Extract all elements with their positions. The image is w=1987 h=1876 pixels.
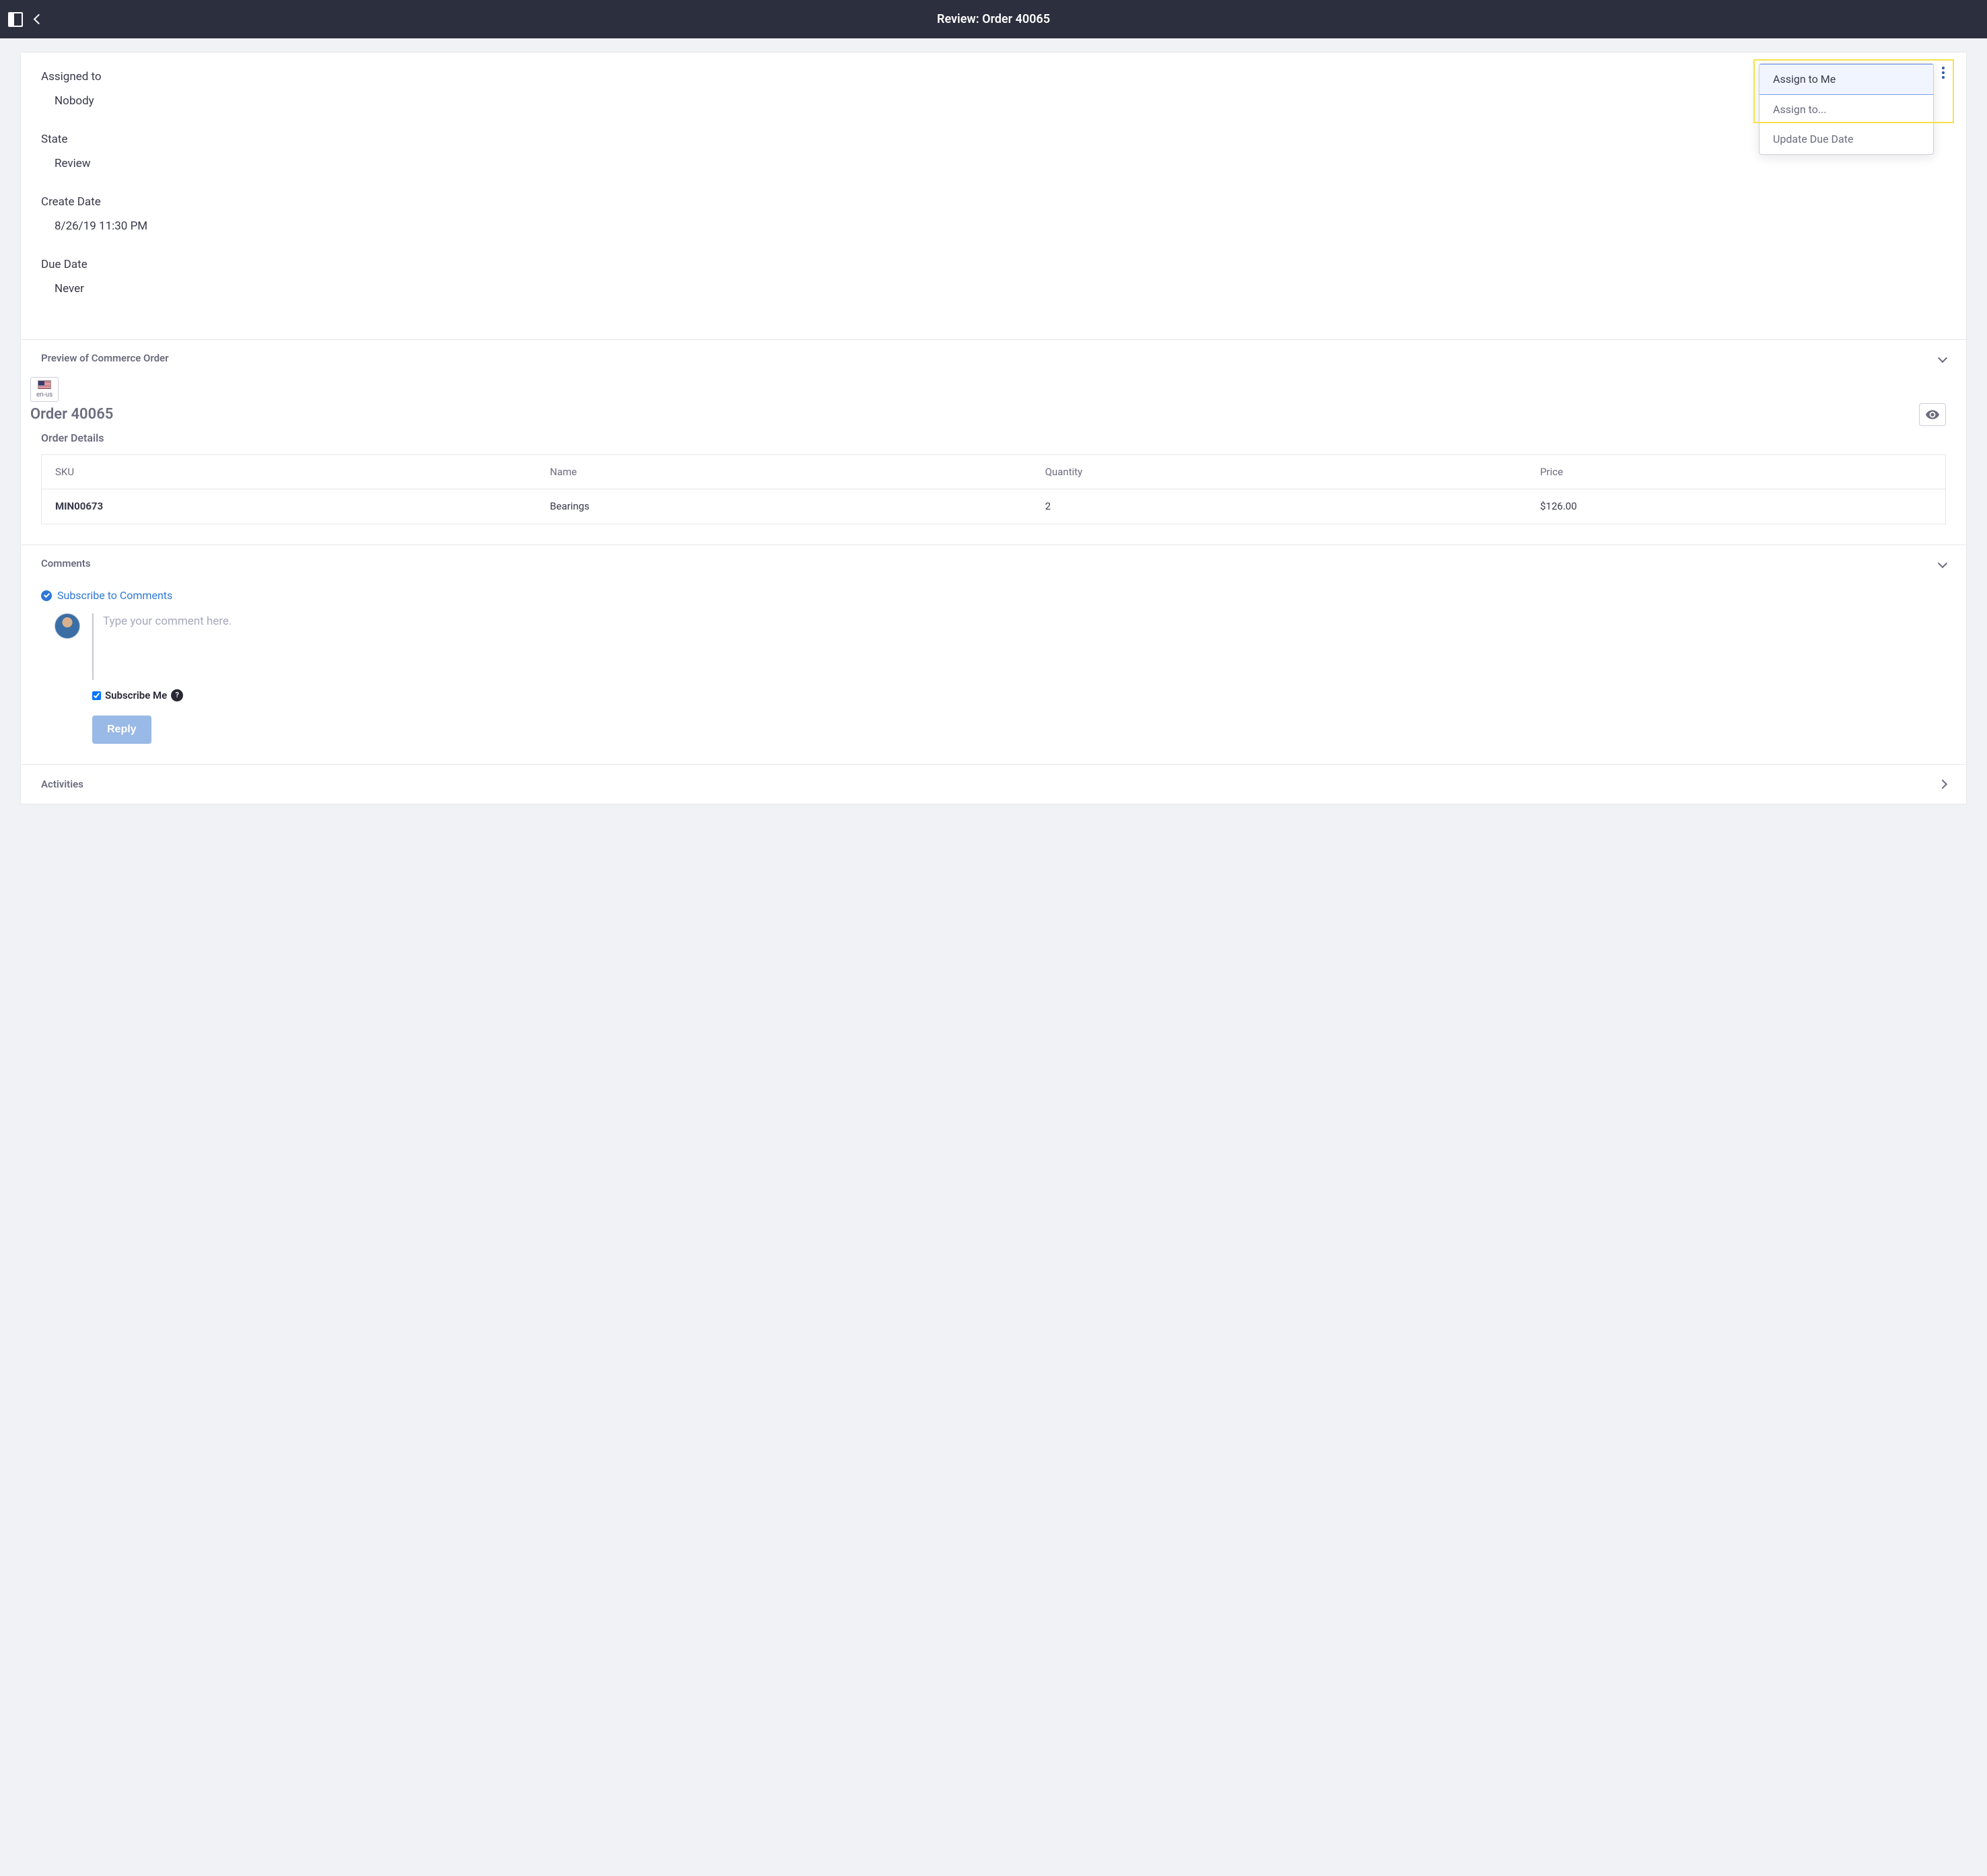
comments-section: Comments Subscribe to Comments Subscribe…	[21, 545, 1966, 764]
comments-section-header[interactable]: Comments	[21, 545, 1966, 582]
menu-item-assign-to[interactable]: Assign to...	[1759, 95, 1933, 125]
preview-toggle-button[interactable]	[1919, 403, 1946, 426]
comment-input[interactable]	[103, 615, 1946, 672]
kebab-icon	[1942, 67, 1945, 69]
preview-body: en-us Order 40065 Order Details SKU Name…	[21, 377, 1966, 545]
actions-menu-popover: Assign to Me Assign to... Update Due Dat…	[1759, 63, 1934, 155]
state-label: State	[41, 131, 1946, 149]
order-heading-row: Order 40065	[41, 403, 1946, 426]
subscribe-link-text: Subscribe to Comments	[57, 588, 172, 604]
chevron-right-icon	[1938, 779, 1947, 789]
activities-section: Activities	[21, 764, 1966, 804]
assigned-to-label: Assigned to	[41, 69, 1946, 86]
subscribe-me-checkbox[interactable]	[92, 691, 101, 700]
preview-section-header[interactable]: Preview of Commerce Order	[21, 340, 1966, 377]
comments-body: Subscribe to Comments Subscribe Me ? Rep…	[21, 582, 1966, 764]
comments-section-title: Comments	[41, 556, 91, 571]
locale-text: en-us	[36, 390, 53, 400]
kebab-icon	[1942, 76, 1945, 79]
subscribe-to-comments-link[interactable]: Subscribe to Comments	[41, 588, 172, 604]
preview-section: Preview of Commerce Order en-us Order 40…	[21, 339, 1966, 545]
chevron-down-icon	[1938, 559, 1947, 568]
menu-item-assign-to-me[interactable]: Assign to Me	[1759, 64, 1933, 95]
preview-section-title: Preview of Commerce Order	[41, 351, 169, 366]
col-price: Price	[1527, 454, 1945, 489]
main-card: Assigned to Nobody State Review Create D…	[20, 52, 1967, 804]
help-icon[interactable]: ?	[171, 689, 183, 701]
panel-icon	[8, 12, 23, 27]
col-qty: Quantity	[1032, 454, 1527, 489]
activities-section-header[interactable]: Activities	[21, 765, 1966, 804]
cell-price: $126.00	[1527, 489, 1945, 524]
kebab-icon	[1942, 71, 1945, 74]
task-details-section: Assigned to Nobody State Review Create D…	[21, 53, 1966, 339]
col-name: Name	[536, 454, 1032, 489]
locale-chip[interactable]: en-us	[30, 377, 59, 402]
eye-icon	[1926, 410, 1939, 419]
order-heading: Order 40065	[30, 403, 113, 425]
actions-menu-button[interactable]	[1937, 63, 1950, 82]
cell-qty: 2	[1032, 489, 1527, 524]
check-circle-icon	[41, 590, 52, 601]
create-date-label: Create Date	[41, 194, 1946, 211]
field-state: State Review	[41, 131, 1946, 172]
subscribe-me-label: Subscribe Me	[105, 688, 167, 703]
field-assigned-to: Assigned to Nobody	[41, 69, 1946, 110]
header-left-controls	[8, 12, 42, 27]
cell-name: Bearings	[536, 489, 1032, 524]
order-subheading: Order Details	[41, 430, 1946, 446]
back-button[interactable]	[32, 15, 42, 23]
state-value: Review	[41, 155, 1946, 173]
col-sku: SKU	[42, 454, 537, 489]
comment-compose-row	[55, 613, 1946, 680]
field-create-date: Create Date 8/26/19 11:30 PM	[41, 194, 1946, 235]
subscribe-me-row: Subscribe Me ?	[92, 688, 1946, 703]
due-date-label: Due Date	[41, 256, 1946, 274]
activities-section-title: Activities	[41, 777, 83, 792]
field-due-date: Due Date Never	[41, 256, 1946, 298]
us-flag-icon	[38, 380, 51, 389]
assigned-to-value: Nobody	[41, 93, 1946, 110]
comment-input-wrap	[92, 613, 1946, 680]
page-title: Review: Order 40065	[937, 10, 1050, 28]
app-header: Review: Order 40065	[0, 0, 1987, 38]
create-date-value: 8/26/19 11:30 PM	[41, 218, 1946, 236]
actions-menu-anchor	[1937, 63, 1950, 82]
menu-item-update-due-date[interactable]: Update Due Date	[1759, 125, 1933, 154]
chevron-down-icon	[1938, 353, 1947, 363]
table-header-row: SKU Name Quantity Price	[42, 454, 1946, 489]
chevron-left-icon	[34, 14, 44, 25]
due-date-value: Never	[41, 281, 1946, 298]
cell-sku: MIN00673	[42, 489, 537, 524]
order-details-table: SKU Name Quantity Price MIN00673 Bearing…	[41, 454, 1946, 524]
user-avatar	[55, 613, 80, 639]
reply-button[interactable]: Reply	[92, 716, 151, 744]
toggle-sidebar-button[interactable]	[8, 12, 23, 27]
table-row: MIN00673 Bearings 2 $126.00	[42, 489, 1946, 524]
